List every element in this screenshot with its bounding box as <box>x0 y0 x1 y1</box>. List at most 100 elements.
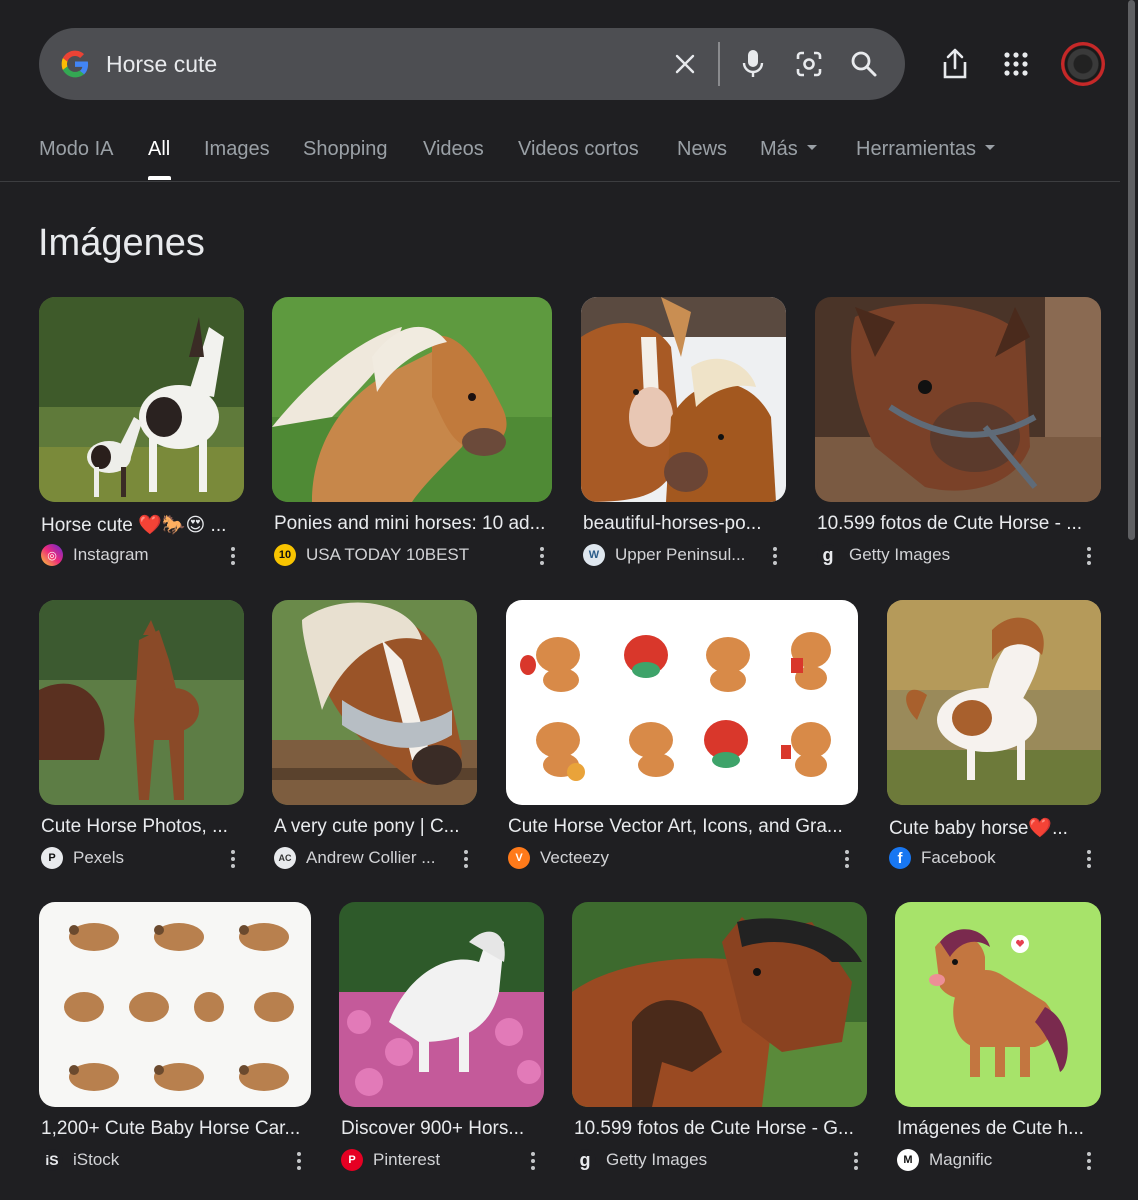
source-name: Instagram <box>73 545 149 564</box>
source-name: Vecteezy <box>540 848 609 867</box>
pinterest-icon: P <box>341 1149 363 1171</box>
usatoday-10best-icon: 10 <box>274 544 296 566</box>
result-title[interactable]: Imágenes de Cute h... <box>897 1118 1097 1140</box>
share-icon[interactable] <box>935 44 975 84</box>
tab-modo-ia[interactable]: Modo IA <box>39 138 113 161</box>
result-title[interactable]: A very cute pony | C... <box>274 816 479 838</box>
result-thumbnail[interactable] <box>39 297 244 502</box>
more-options-icon[interactable] <box>846 1150 866 1172</box>
result-source[interactable]: AC Andrew Collier ... <box>274 847 435 869</box>
mic-icon[interactable] <box>735 46 771 82</box>
more-options-icon[interactable] <box>837 848 857 870</box>
more-options-icon[interactable] <box>223 848 243 870</box>
source-name: Andrew Collier ... <box>306 848 436 867</box>
source-name: Getty Images <box>849 545 951 564</box>
tab-herramientas-label: Herramientas <box>856 138 977 160</box>
result-thumbnail[interactable] <box>272 600 477 805</box>
more-options-icon[interactable] <box>1079 1150 1099 1172</box>
result-title[interactable]: beautiful-horses-po... <box>583 513 788 535</box>
result-source[interactable]: ◎ Instagram <box>41 544 149 566</box>
andrew-collier-icon: AC <box>274 847 296 869</box>
result-source[interactable]: iS iStock <box>41 1149 119 1171</box>
istock-icon: iS <box>41 1149 63 1171</box>
result-title[interactable]: Horse cute ❤️🐎😍 ... <box>41 513 246 537</box>
source-name: iStock <box>73 1150 120 1169</box>
tab-images[interactable]: Images <box>204 138 270 161</box>
more-options-icon[interactable] <box>223 545 243 567</box>
more-options-icon[interactable] <box>289 1150 309 1172</box>
tab-videos[interactable]: Videos <box>423 138 484 161</box>
search-tabs: Modo IA All Images Shopping Videos Video… <box>0 130 1120 182</box>
result-source[interactable]: W Upper Peninsul... <box>583 544 745 566</box>
source-name: Getty Images <box>606 1150 708 1169</box>
source-name: Upper Peninsul... <box>615 545 746 564</box>
google-g-icon <box>61 50 89 78</box>
result-thumbnail[interactable] <box>572 902 867 1107</box>
result-title[interactable]: 1,200+ Cute Baby Horse Car... <box>41 1118 309 1140</box>
result-source[interactable]: 10 USA TODAY 10BEST <box>274 544 469 566</box>
source-name: Magnific <box>929 1150 993 1169</box>
instagram-icon: ◎ <box>41 544 63 566</box>
apps-grid-icon[interactable] <box>996 44 1036 84</box>
result-source[interactable]: g Getty Images <box>574 1149 707 1171</box>
result-title[interactable]: Cute baby horse❤️... <box>889 816 1099 840</box>
more-options-icon[interactable] <box>532 545 552 567</box>
result-source[interactable]: g Getty Images <box>817 544 950 566</box>
section-title: Imágenes <box>38 222 205 264</box>
result-title[interactable]: Cute Horse Vector Art, Icons, and Gra... <box>508 816 853 838</box>
getty-images-icon: g <box>574 1149 596 1171</box>
result-thumbnail[interactable] <box>39 902 311 1107</box>
lens-icon[interactable] <box>791 46 827 82</box>
search-divider <box>718 42 720 86</box>
more-options-icon[interactable] <box>523 1150 543 1172</box>
result-thumbnail[interactable] <box>339 902 544 1107</box>
result-source[interactable]: f Facebook <box>889 847 996 869</box>
more-options-icon[interactable] <box>765 545 785 567</box>
result-title[interactable]: 10.599 fotos de Cute Horse - ... <box>817 513 1097 535</box>
facebook-icon: f <box>889 847 911 869</box>
result-source[interactable]: V Vecteezy <box>508 847 609 869</box>
source-name: Pexels <box>73 848 125 867</box>
result-source[interactable]: P Pexels <box>41 847 124 869</box>
chevron-down-icon <box>806 145 817 151</box>
result-title[interactable]: Discover 900+ Hors... <box>341 1118 546 1140</box>
tab-mas-label: Más <box>760 138 798 160</box>
source-name: Facebook <box>921 848 996 867</box>
account-avatar[interactable] <box>1061 42 1105 86</box>
tab-news[interactable]: News <box>677 138 727 161</box>
result-thumbnail[interactable] <box>887 600 1101 805</box>
result-title[interactable]: Cute Horse Photos, ... <box>41 816 246 838</box>
page-scrollbar[interactable] <box>1128 0 1135 540</box>
result-title[interactable]: Ponies and mini horses: 10 ad... <box>274 513 554 535</box>
search-icon[interactable] <box>846 46 882 82</box>
result-title[interactable]: 10.599 fotos de Cute Horse - G... <box>574 1118 866 1140</box>
chevron-down-icon <box>985 145 996 151</box>
source-name: Pinterest <box>373 1150 441 1169</box>
result-thumbnail[interactable] <box>895 902 1101 1107</box>
result-thumbnail[interactable] <box>815 297 1101 502</box>
tab-all[interactable]: All <box>148 138 170 161</box>
more-options-icon[interactable] <box>456 848 476 870</box>
search-input[interactable]: Horse cute <box>106 48 217 80</box>
search-bar[interactable]: Horse cute <box>39 28 905 100</box>
tab-shopping[interactable]: Shopping <box>303 138 388 161</box>
result-source[interactable]: P Pinterest <box>341 1149 440 1171</box>
getty-images-icon: g <box>817 544 839 566</box>
result-thumbnail[interactable] <box>506 600 858 805</box>
result-source[interactable]: M Magnific <box>897 1149 992 1171</box>
more-options-icon[interactable] <box>1079 545 1099 567</box>
tab-videos-cortos[interactable]: Videos cortos <box>518 138 639 161</box>
tab-herramientas[interactable]: Herramientas <box>856 138 996 161</box>
vecteezy-icon: V <box>508 847 530 869</box>
tab-mas[interactable]: Más <box>760 138 817 161</box>
source-name: USA TODAY 10BEST <box>306 545 470 564</box>
more-options-icon[interactable] <box>1079 848 1099 870</box>
result-thumbnail[interactable] <box>581 297 786 502</box>
clear-icon[interactable] <box>667 46 703 82</box>
result-thumbnail[interactable] <box>39 600 244 805</box>
active-tab-indicator <box>148 176 171 180</box>
wordpress-icon: W <box>583 544 605 566</box>
pexels-icon: P <box>41 847 63 869</box>
magnific-icon: M <box>897 1149 919 1171</box>
result-thumbnail[interactable] <box>272 297 552 502</box>
